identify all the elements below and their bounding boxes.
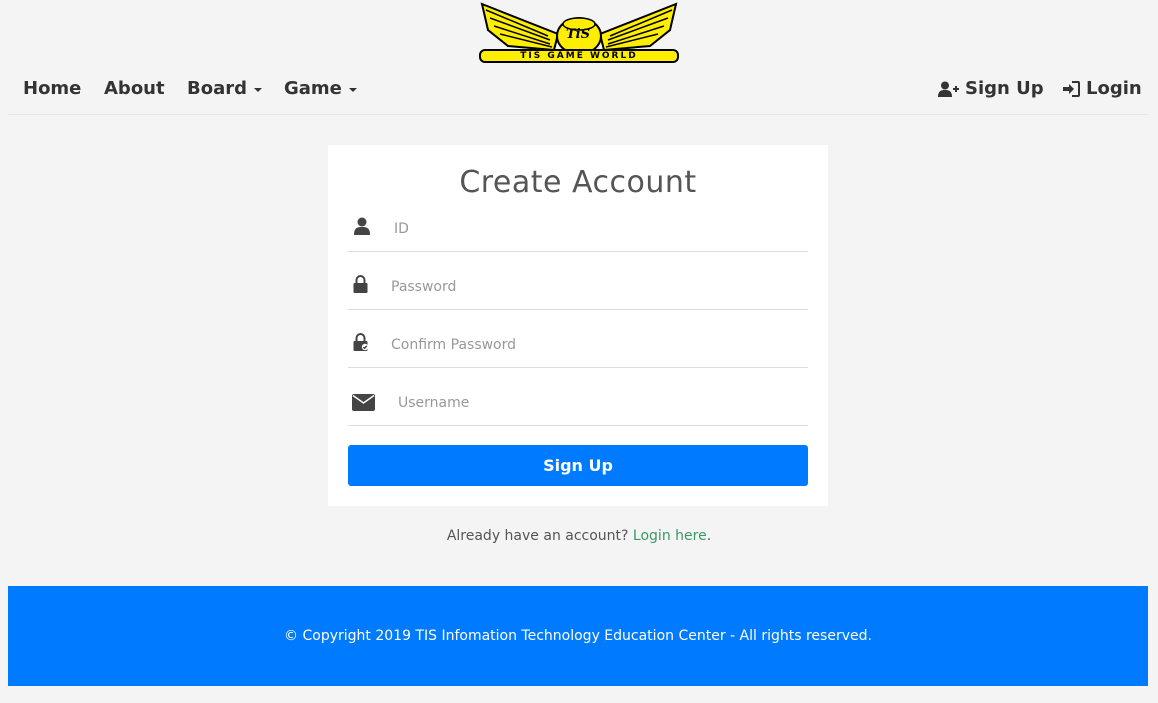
nav-about[interactable]: About	[104, 78, 165, 99]
password-field-row	[348, 265, 808, 310]
confirm-password-field-row	[348, 323, 808, 368]
logo-text: TIS GAME WORLD	[520, 51, 638, 61]
signup-submit-button[interactable]: Sign Up	[348, 445, 808, 486]
id-input[interactable]	[392, 213, 796, 245]
lock-check-icon	[353, 333, 369, 355]
username-field-row	[348, 381, 808, 426]
nav-game-label: Game	[284, 78, 342, 99]
login-prompt-text: Already have an account?	[446, 528, 633, 544]
nav-login[interactable]: Login	[1063, 78, 1142, 99]
nav-home-label: Home	[23, 78, 82, 99]
navbar: Home About Board Game Sign Up Login	[8, 66, 1148, 115]
site-logo[interactable]: TiS TIS GAME WORLD	[478, 0, 680, 66]
page-title: Create Account	[459, 165, 697, 200]
logo-initials: TiS	[566, 27, 591, 42]
nav-board-dropdown[interactable]: Board	[187, 78, 262, 99]
nav-board-label: Board	[187, 78, 247, 99]
caret-down-icon	[254, 87, 262, 92]
login-prompt: Already have an account? Login here.	[0, 528, 1158, 544]
nav-about-label: About	[104, 78, 165, 99]
nav-signup-label: Sign Up	[965, 78, 1044, 99]
nav-signup[interactable]: Sign Up	[938, 78, 1044, 99]
nav-game-dropdown[interactable]: Game	[284, 78, 357, 99]
nav-login-label: Login	[1086, 78, 1142, 99]
user-icon	[353, 217, 371, 239]
username-input[interactable]	[396, 387, 800, 419]
confirm-password-input[interactable]	[389, 329, 793, 361]
password-input[interactable]	[389, 271, 793, 303]
login-here-link[interactable]: Login here	[633, 528, 707, 544]
caret-down-icon	[348, 87, 357, 92]
user-plus-icon	[938, 81, 959, 97]
footer-copyright: © Copyright 2019 TIS Infomation Technolo…	[284, 628, 872, 644]
login-prompt-suffix: .	[706, 528, 712, 544]
id-field-row	[348, 207, 808, 252]
sign-in-icon	[1063, 80, 1080, 97]
footer: © Copyright 2019 TIS Infomation Technolo…	[8, 586, 1148, 686]
envelope-icon	[352, 394, 375, 415]
nav-home[interactable]: Home	[23, 78, 81, 99]
create-account-card: Create Account ID Password Confirm Passw…	[328, 145, 828, 506]
lock-icon	[353, 275, 368, 297]
